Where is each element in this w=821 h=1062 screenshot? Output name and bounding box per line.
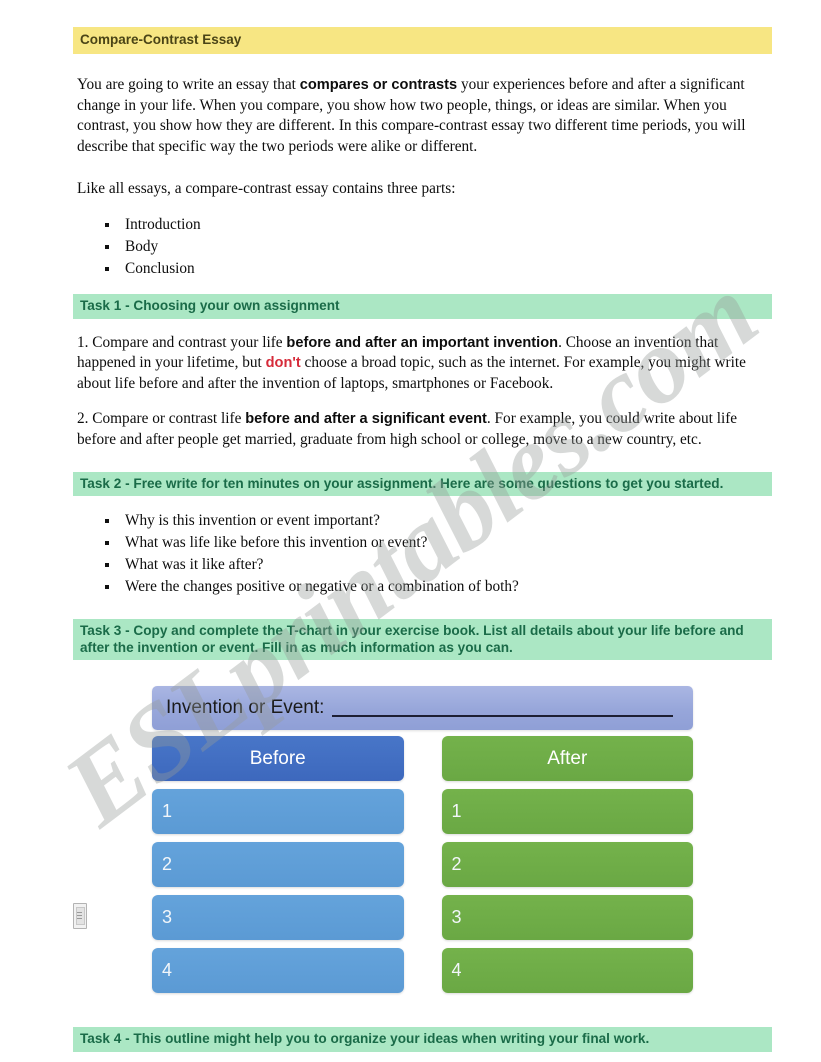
task-2-question-list: Why is this invention or event important… [73, 510, 772, 598]
before-column-header: Before [152, 736, 404, 782]
invention-or-event-blank-line[interactable] [332, 700, 673, 717]
essay-parts-list: Introduction Body Conclusion [73, 214, 772, 280]
document-clipart-icon [73, 903, 87, 929]
before-row-3[interactable]: 3 [152, 895, 404, 941]
invention-or-event-field[interactable]: Invention or Event: [152, 686, 693, 731]
parts-intro-paragraph: Like all essays, a compare-contrast essa… [77, 180, 456, 198]
intro-lead-a: You are going to write an essay that [77, 75, 300, 93]
clipart-line-1 [77, 912, 82, 913]
list-item: Introduction [99, 214, 772, 236]
after-row-2[interactable]: 2 [441, 842, 693, 888]
t-chart: Invention or Event: Before 1 2 3 4 After… [152, 660, 693, 1001]
list-item: Were the changes positive or negative or… [99, 576, 772, 598]
task1-item1-bold: before and after an important invention [286, 334, 559, 351]
after-column-header: After [441, 736, 693, 782]
task-1-heading: Task 1 - Choosing your own assignment [73, 293, 772, 319]
task-1-option-2: 2. Compare or contrast life before and a… [73, 409, 772, 451]
clipart-line-3 [77, 918, 82, 919]
page-title: Compare-Contrast Essay [73, 27, 772, 54]
invention-or-event-label: Invention or Event: [166, 697, 325, 719]
worksheet-content: Compare-Contrast Essay You are going to … [73, 0, 772, 1052]
task-4-heading: Task 4 - This outline might help you to … [73, 1027, 772, 1052]
before-row-4[interactable]: 4 [152, 948, 404, 994]
t-chart-columns: Before 1 2 3 4 After 1 2 3 4 [152, 736, 693, 1001]
task-2-heading: Task 2 - Free write for ten minutes on y… [73, 471, 772, 497]
before-row-2[interactable]: 2 [152, 842, 404, 888]
after-row-3[interactable]: 3 [441, 895, 693, 941]
task-1-option-1: 1. Compare and contrast your life before… [73, 333, 772, 395]
before-column: Before 1 2 3 4 [152, 736, 404, 1001]
clipart-inner [76, 907, 85, 925]
list-item: Conclusion [99, 258, 772, 280]
list-item: Why is this invention or event important… [99, 510, 772, 532]
list-item: What was life like before this invention… [99, 532, 772, 554]
intro-paragraph: You are going to write an essay that com… [73, 75, 772, 158]
task1-item1-a: 1. Compare and contrast your life [77, 333, 287, 351]
list-item: What was it like after? [99, 554, 772, 576]
task1-item2-bold: before and after a significant event [245, 410, 487, 427]
clipart-line-2 [77, 915, 82, 916]
task1-dont-emphasis: don't [265, 355, 301, 372]
intro-lead-bold: compares or contrasts [299, 76, 458, 93]
task1-item2-a: 2. Compare or contrast life [77, 409, 246, 427]
after-column: After 1 2 3 4 [441, 736, 693, 1001]
after-row-4[interactable]: 4 [441, 948, 693, 994]
after-row-1[interactable]: 1 [441, 789, 693, 835]
task-3-heading: Task 3 - Copy and complete the T-chart i… [73, 619, 772, 661]
list-item: Body [99, 236, 772, 258]
before-row-1[interactable]: 1 [152, 789, 404, 835]
worksheet-page: ESLprintables.com Compare-Contrast Essay… [0, 0, 821, 1062]
